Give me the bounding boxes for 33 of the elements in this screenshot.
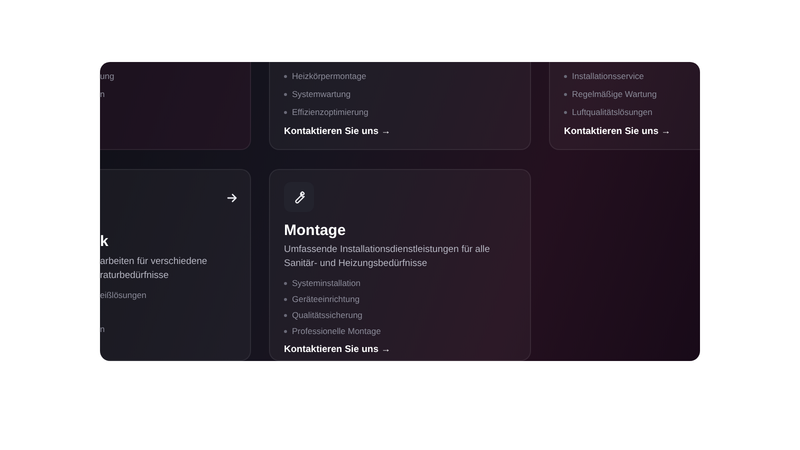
arrow-icon[interactable]	[226, 192, 238, 204]
bullet-icon	[564, 92, 567, 96]
feature-item: Systeminstallation	[292, 278, 361, 288]
feature-item: n	[100, 324, 105, 334]
bullet-icon	[284, 74, 287, 78]
card-description: arbeiten für verschiedene	[100, 255, 208, 269]
card-title: Montage	[284, 222, 347, 240]
bullet-icon	[284, 314, 287, 316]
bullet-icon	[284, 330, 287, 332]
card-description: raturbedürfnisse	[100, 269, 170, 283]
feature-item: ung	[100, 71, 114, 81]
feature-item: Professionelle Montage	[292, 326, 381, 336]
feature-item: eißlösungen	[100, 290, 146, 300]
feature-item: Geräteeinrichtung	[292, 294, 360, 304]
feature-item: Heizkörpermontage	[292, 71, 366, 81]
feature-item: Qualitätssicherung	[292, 310, 362, 320]
card-title: k	[100, 233, 110, 251]
contact-link[interactable]: Kontaktieren Sie uns →	[284, 126, 391, 137]
feature-item: Regelmäßige Wartung	[572, 89, 657, 99]
contact-link[interactable]: Kontaktieren Sie uns →	[564, 126, 671, 137]
bullet-icon	[564, 110, 567, 114]
contact-link[interactable]: Kontaktieren Sie uns →	[284, 344, 391, 355]
feature-item: Luftqualitätslösungen	[572, 107, 652, 117]
card-description: Umfassende Installationsdienstleistungen für alle Sanitär- und Heizungsbedürfnisse	[284, 243, 491, 271]
bullet-icon	[284, 298, 287, 300]
bullet-icon	[284, 92, 287, 96]
bullet-icon	[564, 74, 567, 78]
feature-item: Installationsservice	[572, 71, 644, 81]
bullet-icon	[284, 110, 287, 114]
feature-item: Effizienzoptimierung	[292, 107, 368, 117]
bullet-icon	[284, 282, 287, 284]
feature-item: Systemwartung	[292, 89, 351, 99]
feature-item: n	[100, 89, 105, 99]
